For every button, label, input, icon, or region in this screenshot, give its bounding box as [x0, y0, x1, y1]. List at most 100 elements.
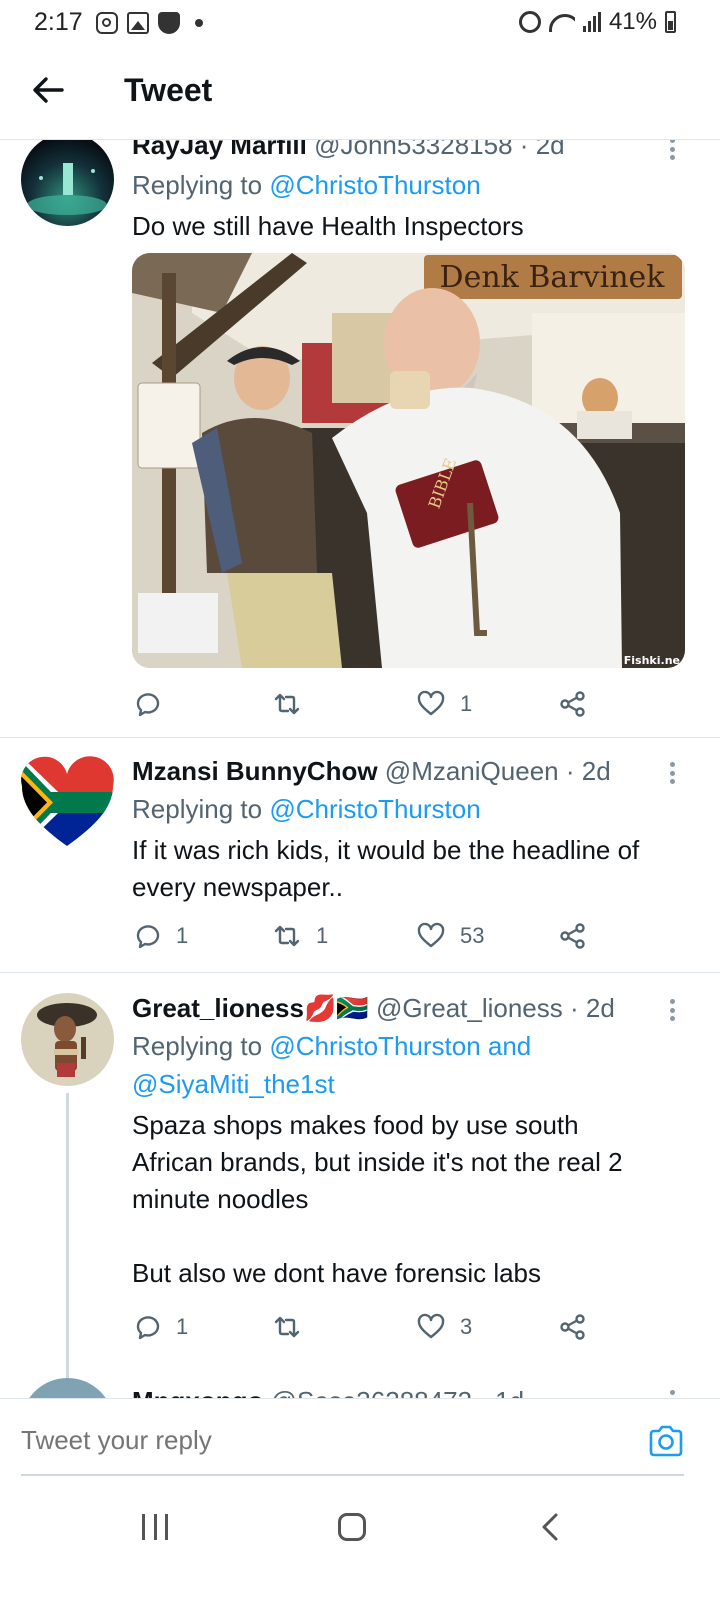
thread-line — [66, 1093, 69, 1383]
reply-icon — [136, 693, 160, 717]
more-options-button[interactable] — [660, 1386, 684, 1398]
wifi-icon — [548, 12, 575, 32]
avatar[interactable] — [21, 140, 114, 226]
mention-link[interactable]: @ChristoThurston — [269, 794, 480, 824]
home-button[interactable] — [338, 1513, 366, 1541]
south-africa-heart-icon — [21, 756, 114, 847]
display-name[interactable]: RayJay Marfill — [132, 140, 307, 160]
replying-to: Replying to @ChristoThurston and @SiyaMi… — [132, 1027, 684, 1103]
more-options-button[interactable] — [660, 995, 684, 1025]
like-count: 53 — [460, 923, 485, 948]
recent-apps-button[interactable] — [142, 1514, 168, 1540]
reply-button[interactable]: 1 — [132, 1309, 188, 1345]
more-options-button[interactable] — [660, 758, 684, 788]
retweet-button[interactable]: 1 — [272, 918, 328, 954]
like-button[interactable]: 53 — [416, 918, 484, 954]
share-button[interactable] — [558, 918, 588, 954]
display-name[interactable]: Mngxongo — [132, 1386, 263, 1398]
reply-count: 1 — [176, 1314, 189, 1339]
tweet[interactable]: Mzansi BunnyChow @MzaniQueen · 2d Replyi… — [0, 738, 720, 972]
more-options-button[interactable] — [660, 140, 684, 164]
reply-icon — [136, 1316, 160, 1340]
arrow-left-icon — [33, 77, 64, 103]
tweet[interactable]: Mngxongo @Sese36288472 · 1d — [0, 1378, 720, 1398]
shield-icon — [158, 12, 180, 34]
battery-icon — [665, 11, 676, 33]
more-notifications-icon — [195, 19, 203, 27]
tweet-text: If it was rich kids, it would be the hea… — [132, 835, 640, 902]
retweet-icon — [274, 925, 300, 947]
camera-button[interactable] — [648, 1423, 684, 1459]
status-bar: 2:17 41% — [0, 0, 720, 44]
chevron-left-icon — [542, 1513, 558, 1541]
image-watermark: Fishki.ne — [624, 654, 680, 667]
like-button[interactable]: 1 — [416, 686, 472, 722]
instagram-icon — [96, 12, 118, 34]
user-handle[interactable]: @MzaniQueen — [385, 756, 559, 786]
like-count: 1 — [460, 691, 473, 716]
mention-link[interactable]: @SiyaMiti_the1st — [132, 1065, 684, 1103]
tweet-author-line: Mngxongo @Sese36288472 · 1d — [132, 1386, 684, 1398]
tweet-time: 2d — [535, 140, 565, 160]
avatar[interactable] — [21, 1378, 114, 1398]
battery-percent: 41% — [608, 8, 657, 35]
retweet-icon — [274, 1316, 300, 1338]
replying-to: Replying to @ChristoThurston — [132, 794, 481, 824]
tweet-actions: 1 — [132, 686, 652, 722]
share-icon — [560, 691, 585, 717]
retweet-button[interactable] — [272, 1309, 316, 1345]
reply-button[interactable] — [132, 686, 176, 722]
retweet-icon — [274, 693, 300, 715]
like-count: 3 — [460, 1314, 473, 1339]
reply-button[interactable]: 1 — [132, 918, 188, 954]
tweet-image[interactable]: Denk Barvinek BIBLE Fishki.ne — [132, 253, 685, 668]
back-button[interactable] — [28, 70, 68, 110]
mention-link[interactable]: @ChristoThurston — [269, 170, 480, 200]
retweet-button[interactable] — [272, 686, 316, 722]
signal-icon — [582, 12, 601, 32]
user-handle[interactable]: @John53328158 — [314, 140, 512, 160]
heart-icon — [417, 922, 445, 948]
tweet-time: 2d — [585, 993, 615, 1023]
heart-icon — [417, 690, 445, 716]
reply-input[interactable] — [21, 1425, 356, 1456]
tweet-actions: 1 1 53 — [132, 918, 652, 954]
camera-icon — [649, 1425, 683, 1457]
tweet-text: Spaza shops makes food by use south Afri… — [132, 1110, 623, 1288]
sign-text: Denk Barvinek — [440, 260, 666, 295]
display-name[interactable]: Great_lioness💋🇿🇦 — [132, 993, 369, 1023]
notification-icons — [96, 12, 203, 34]
share-button[interactable] — [558, 1309, 588, 1345]
tweet-author-line: Mzansi BunnyChow @MzaniQueen · 2d — [132, 756, 611, 786]
status-time: 2:17 — [34, 8, 83, 36]
avatar[interactable] — [21, 993, 114, 1086]
like-button[interactable]: 3 — [416, 1309, 472, 1345]
avatar[interactable] — [21, 756, 114, 849]
alarm-icon — [518, 11, 541, 33]
tweet-author-line: RayJay Marfill @John53328158 · 2d — [132, 140, 684, 160]
tweet[interactable]: Great_lioness💋🇿🇦 @Great_lioness · 2d Rep… — [0, 973, 720, 1383]
user-handle[interactable]: @Great_lioness — [376, 993, 563, 1023]
user-handle[interactable]: @Sese36288472 — [271, 1386, 472, 1398]
share-icon — [560, 923, 585, 949]
share-button[interactable] — [558, 686, 588, 722]
system-back-button[interactable] — [540, 1512, 560, 1542]
mention-link[interactable]: @ChristoThurston and — [269, 1031, 531, 1061]
tweet[interactable]: RayJay Marfill @John53328158 · 2d Replyi… — [0, 140, 720, 737]
tweet-time: 2d — [581, 756, 611, 786]
system-icons: 41% — [518, 8, 676, 36]
tweet-text: Do we still have Health Inspectors — [132, 211, 524, 241]
retweet-count: 1 — [316, 923, 329, 948]
tweet-time: 1d — [495, 1386, 524, 1398]
tweet-author-line: Great_lioness💋🇿🇦 @Great_lioness · 2d — [132, 993, 615, 1023]
top-app-bar: Tweet — [0, 44, 720, 140]
reply-composer — [0, 1398, 720, 1476]
reply-count: 1 — [176, 923, 189, 948]
reply-feed[interactable]: RayJay Marfill @John53328158 · 2d Replyi… — [0, 140, 720, 1398]
gallery-icon — [127, 12, 149, 34]
reply-icon — [136, 925, 160, 949]
system-navigation-bar — [0, 1476, 720, 1600]
replying-to: Replying to @ChristoThurston — [132, 170, 481, 200]
heart-icon — [417, 1313, 445, 1339]
display-name[interactable]: Mzansi BunnyChow — [132, 756, 378, 786]
